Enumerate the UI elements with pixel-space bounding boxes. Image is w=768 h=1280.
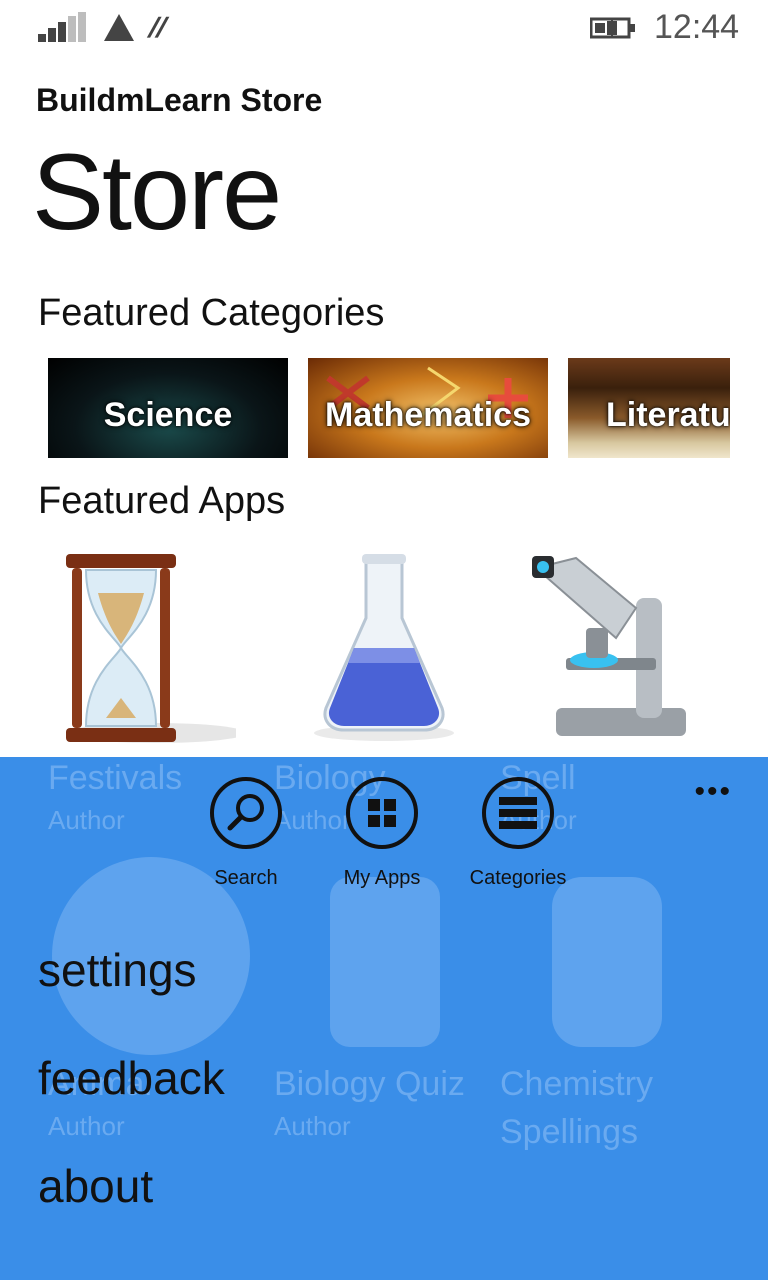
category-tile-label: Literatu	[606, 396, 730, 434]
list-icon	[482, 777, 554, 849]
featured-categories-heading: Featured Categories	[38, 292, 385, 334]
flask-app-icon[interactable]	[284, 548, 484, 748]
nfc-icon: //	[144, 12, 172, 43]
category-tile-label: Mathematics	[325, 396, 531, 434]
bg-app-icon	[552, 877, 662, 1047]
network-icon	[104, 14, 134, 41]
search-icon	[210, 777, 282, 849]
my-apps-button-label: My Apps	[343, 867, 421, 889]
status-bar: // 12:44	[0, 0, 768, 56]
categories-button[interactable]: Categories	[458, 777, 578, 890]
search-button-label: Search	[214, 867, 278, 889]
category-tile-literature[interactable]: Literatu	[568, 358, 730, 458]
my-apps-button[interactable]: My Apps	[322, 777, 442, 890]
menu-item-feedback[interactable]: feedback	[38, 1051, 225, 1105]
signal-strength-icon	[38, 12, 88, 42]
search-button[interactable]: Search	[186, 777, 306, 890]
menu-item-settings[interactable]: settings	[38, 943, 197, 997]
grid-icon	[346, 777, 418, 849]
categories-button-label: Categories	[469, 867, 567, 889]
bg-app-author: Author	[48, 1111, 125, 1141]
app-bar-expanded: Festivals Author Biology Author Spell Au…	[0, 757, 768, 1280]
bg-app-author: Author	[48, 805, 125, 835]
microscope-app-icon[interactable]	[516, 548, 716, 748]
bg-app-title: Festivals	[48, 759, 183, 797]
bg-app-title: Biology Quiz	[274, 1065, 465, 1103]
featured-apps-heading: Featured Apps	[38, 480, 286, 522]
clock: 12:44	[654, 8, 740, 46]
bg-app-icon	[330, 877, 440, 1047]
category-tile-label: Science	[103, 396, 233, 434]
battery-charging-icon	[590, 17, 635, 39]
hourglass-app-icon[interactable]	[36, 548, 236, 748]
page-title: Store	[32, 131, 282, 252]
bg-app-title-line2: Spellings	[500, 1113, 638, 1151]
bg-app-author: Author	[274, 1111, 351, 1141]
category-tile-science[interactable]: Science	[48, 358, 288, 458]
app-title: BuildmLearn Store	[36, 82, 323, 118]
bg-app-title-line1: Chemistry	[500, 1065, 654, 1103]
category-tile-mathematics[interactable]: Mathematics	[308, 358, 548, 458]
menu-item-about[interactable]: about	[38, 1159, 153, 1213]
more-options-button[interactable]: •••	[694, 775, 732, 809]
